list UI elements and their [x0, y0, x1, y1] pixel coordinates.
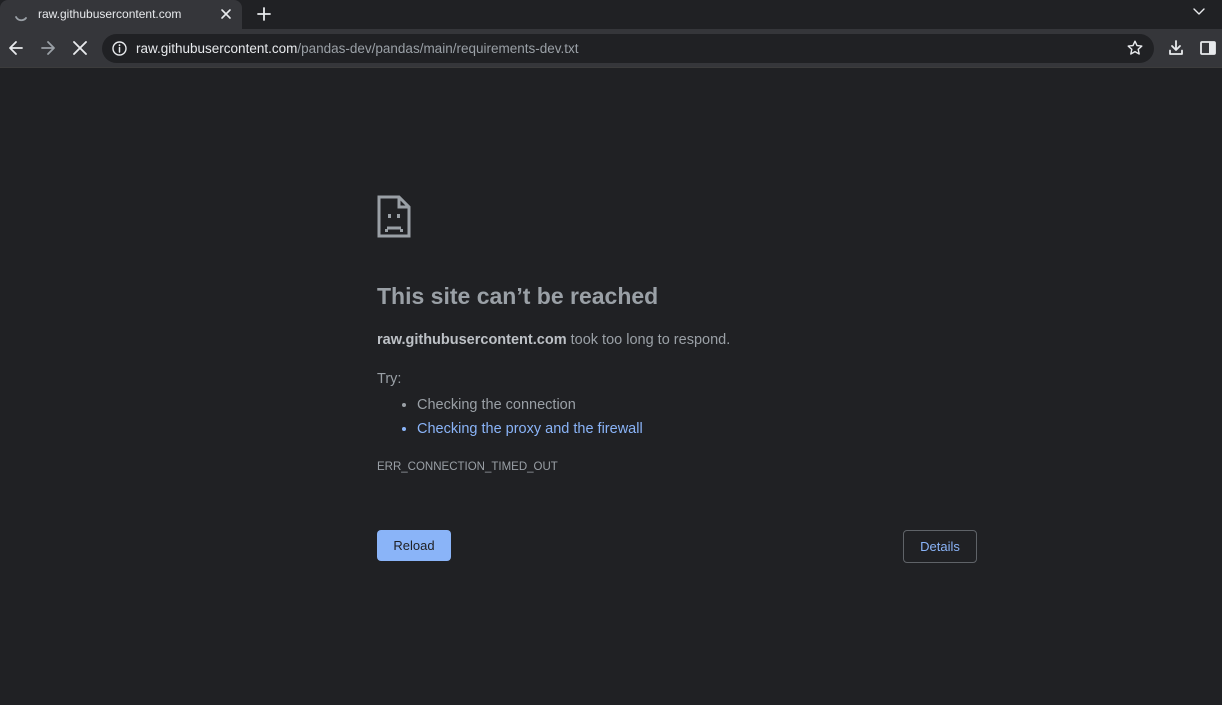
bookmark-star-icon[interactable] [1126, 39, 1144, 57]
suggestion-list: Checking the connection Checking the pro… [377, 393, 643, 441]
url-text[interactable]: raw.githubusercontent.com/pandas-dev/pan… [136, 41, 579, 56]
back-arrow-left-icon[interactable] [6, 38, 26, 58]
toolbar: raw.githubusercontent.com/pandas-dev/pan… [0, 29, 1222, 68]
error-host: raw.githubusercontent.com [377, 332, 567, 348]
try-label: Try: [377, 371, 402, 387]
forward-arrow-right-icon[interactable] [38, 38, 58, 58]
url-path: /pandas-dev/pandas/main/requirements-dev… [297, 41, 579, 56]
tab-title: raw.githubusercontent.com [38, 7, 182, 21]
url-host: raw.githubusercontent.com [136, 41, 298, 56]
error-summary: raw.githubusercontent.com took too long … [377, 332, 730, 348]
tab-active[interactable]: raw.githubusercontent.com [0, 0, 242, 29]
suggestion-check-proxy-firewall-link[interactable]: Checking the proxy and the firewall [417, 417, 643, 441]
error-title: This site can’t be reached [377, 283, 659, 309]
suggestion-check-connection: Checking the connection [417, 393, 643, 417]
tab-close-icon[interactable] [218, 6, 234, 22]
side-panel-icon[interactable] [1198, 38, 1218, 58]
error-page: This site can’t be reached raw.githubuse… [0, 69, 1222, 705]
details-button[interactable]: Details [903, 530, 977, 563]
address-bar[interactable]: raw.githubusercontent.com/pandas-dev/pan… [102, 34, 1154, 63]
error-code: ERR_CONNECTION_TIMED_OUT [377, 461, 558, 473]
loading-spinner-icon [13, 7, 29, 23]
sad-page-icon [377, 195, 411, 238]
stop-loading-close-icon[interactable] [70, 38, 90, 58]
site-info-icon[interactable] [111, 40, 128, 57]
downloads-download-icon[interactable] [1166, 38, 1186, 58]
error-message: took too long to respond. [566, 332, 731, 348]
tab-search-chevron-down-icon[interactable] [1190, 3, 1208, 21]
reload-button[interactable]: Reload [377, 530, 451, 561]
tab-strip: raw.githubusercontent.com [0, 0, 1222, 29]
new-tab-plus-icon[interactable] [254, 4, 274, 24]
